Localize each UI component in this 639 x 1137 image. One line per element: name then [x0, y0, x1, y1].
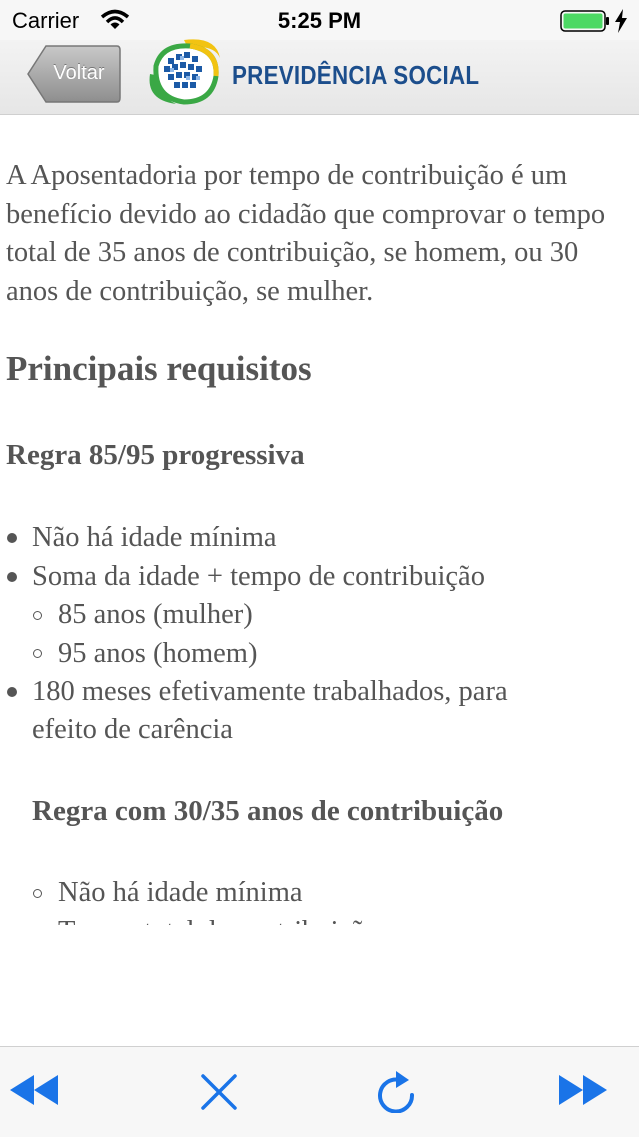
section-heading: Principais requisitos	[6, 349, 312, 388]
circle-bullet-icon	[33, 611, 42, 620]
list-item: 85 anos (mulher)	[58, 599, 253, 630]
previdencia-logo-icon	[149, 39, 220, 105]
circle-bullet-icon	[33, 889, 42, 898]
rule1-title: Regra 85/95 progressiva	[6, 439, 305, 471]
close-icon[interactable]	[200, 1073, 238, 1111]
browser-toolbar	[0, 1046, 639, 1137]
content-webview[interactable]: A Aposentadoria por tempo de contribuiçã…	[0, 115, 639, 925]
back-button-label: Voltar	[53, 62, 105, 84]
charging-icon	[615, 9, 627, 33]
list-item: Não há idade mínima	[58, 877, 303, 908]
circle-bullet-icon	[33, 649, 42, 658]
bullet-icon	[7, 572, 17, 582]
list-item: Não há idade mínima	[32, 522, 277, 553]
clock: 5:25 PM	[277, 8, 362, 33]
list-item: Soma da idade + tempo de contribuição	[32, 561, 485, 592]
status-bar: Carrier 5:25 PM	[0, 0, 639, 40]
logo-text: PREVIDÊNCIA SOCIAL	[232, 60, 480, 90]
rewind-icon[interactable]	[8, 1073, 60, 1107]
refresh-icon[interactable]	[376, 1069, 418, 1113]
intro-paragraph: A Aposentadoria por tempo de contribuiçã…	[6, 160, 606, 307]
fast-forward-icon[interactable]	[557, 1073, 609, 1107]
list-item: 95 anos (homem)	[58, 638, 258, 669]
battery-icon	[560, 10, 609, 32]
navigation-bar: Voltar PREVIDÊNCIA SOCIAL	[0, 39, 639, 115]
rule2-title: Regra com 30/35 anos de contribuição	[32, 795, 504, 827]
list-item-continuation: efeito de carência	[32, 714, 233, 745]
list-item: Tempo total de contribuição	[58, 913, 378, 925]
bullet-icon	[7, 687, 17, 697]
bullet-icon	[7, 533, 17, 543]
list-item: 180 meses efetivamente trabalhados, para	[32, 676, 508, 707]
